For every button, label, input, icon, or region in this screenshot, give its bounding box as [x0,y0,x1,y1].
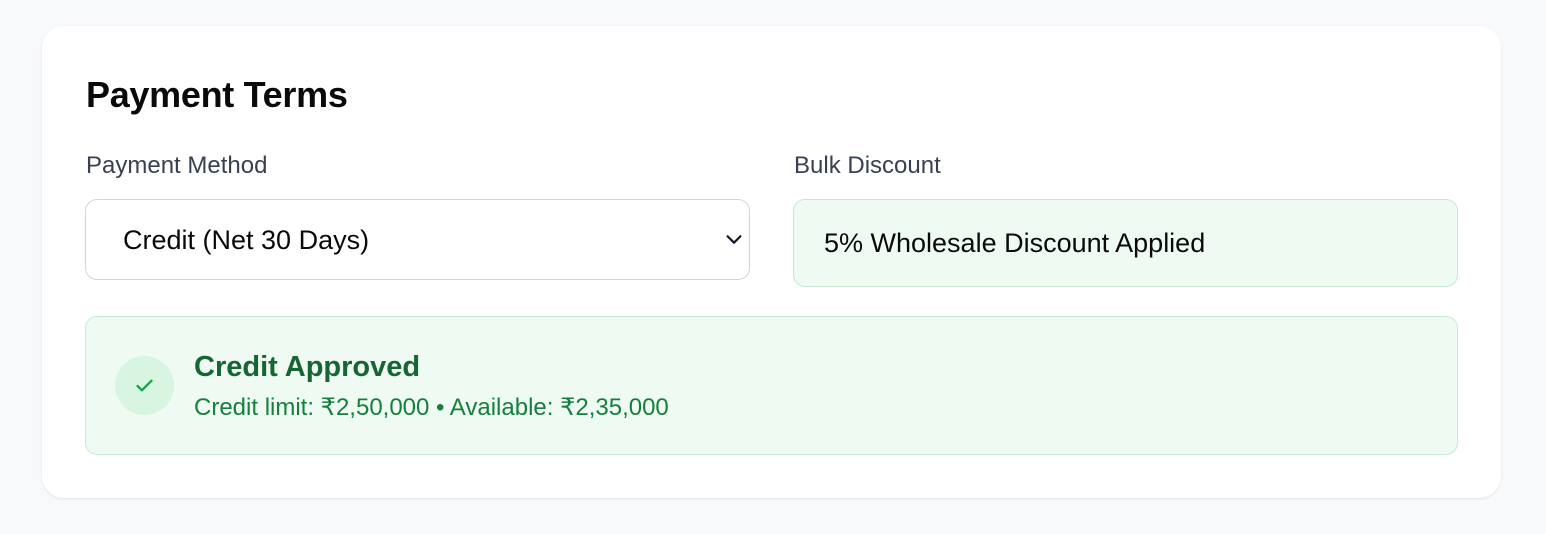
payment-method-select[interactable]: Credit (Net 30 Days) [85,199,750,280]
chevron-down-icon [723,228,745,250]
bulk-discount-field: 5% Wholesale Discount Applied [793,199,1458,287]
credit-status-detail: Credit limit: ₹2,50,000 • Available: ₹2,… [194,394,669,421]
bulk-discount-label: Bulk Discount [794,152,941,179]
payment-method-selected-value: Credit (Net 30 Days) [123,225,370,255]
credit-status-title: Credit Approved [194,351,421,383]
check-icon [115,356,174,415]
payment-method-label: Payment Method [86,152,268,179]
credit-status-banner: Credit Approved Credit limit: ₹2,50,000 … [85,316,1458,455]
bulk-discount-value: 5% Wholesale Discount Applied [824,228,1206,258]
payment-terms-card: Payment Terms Payment Method Credit (Net… [42,26,1501,498]
section-title: Payment Terms [86,74,348,115]
